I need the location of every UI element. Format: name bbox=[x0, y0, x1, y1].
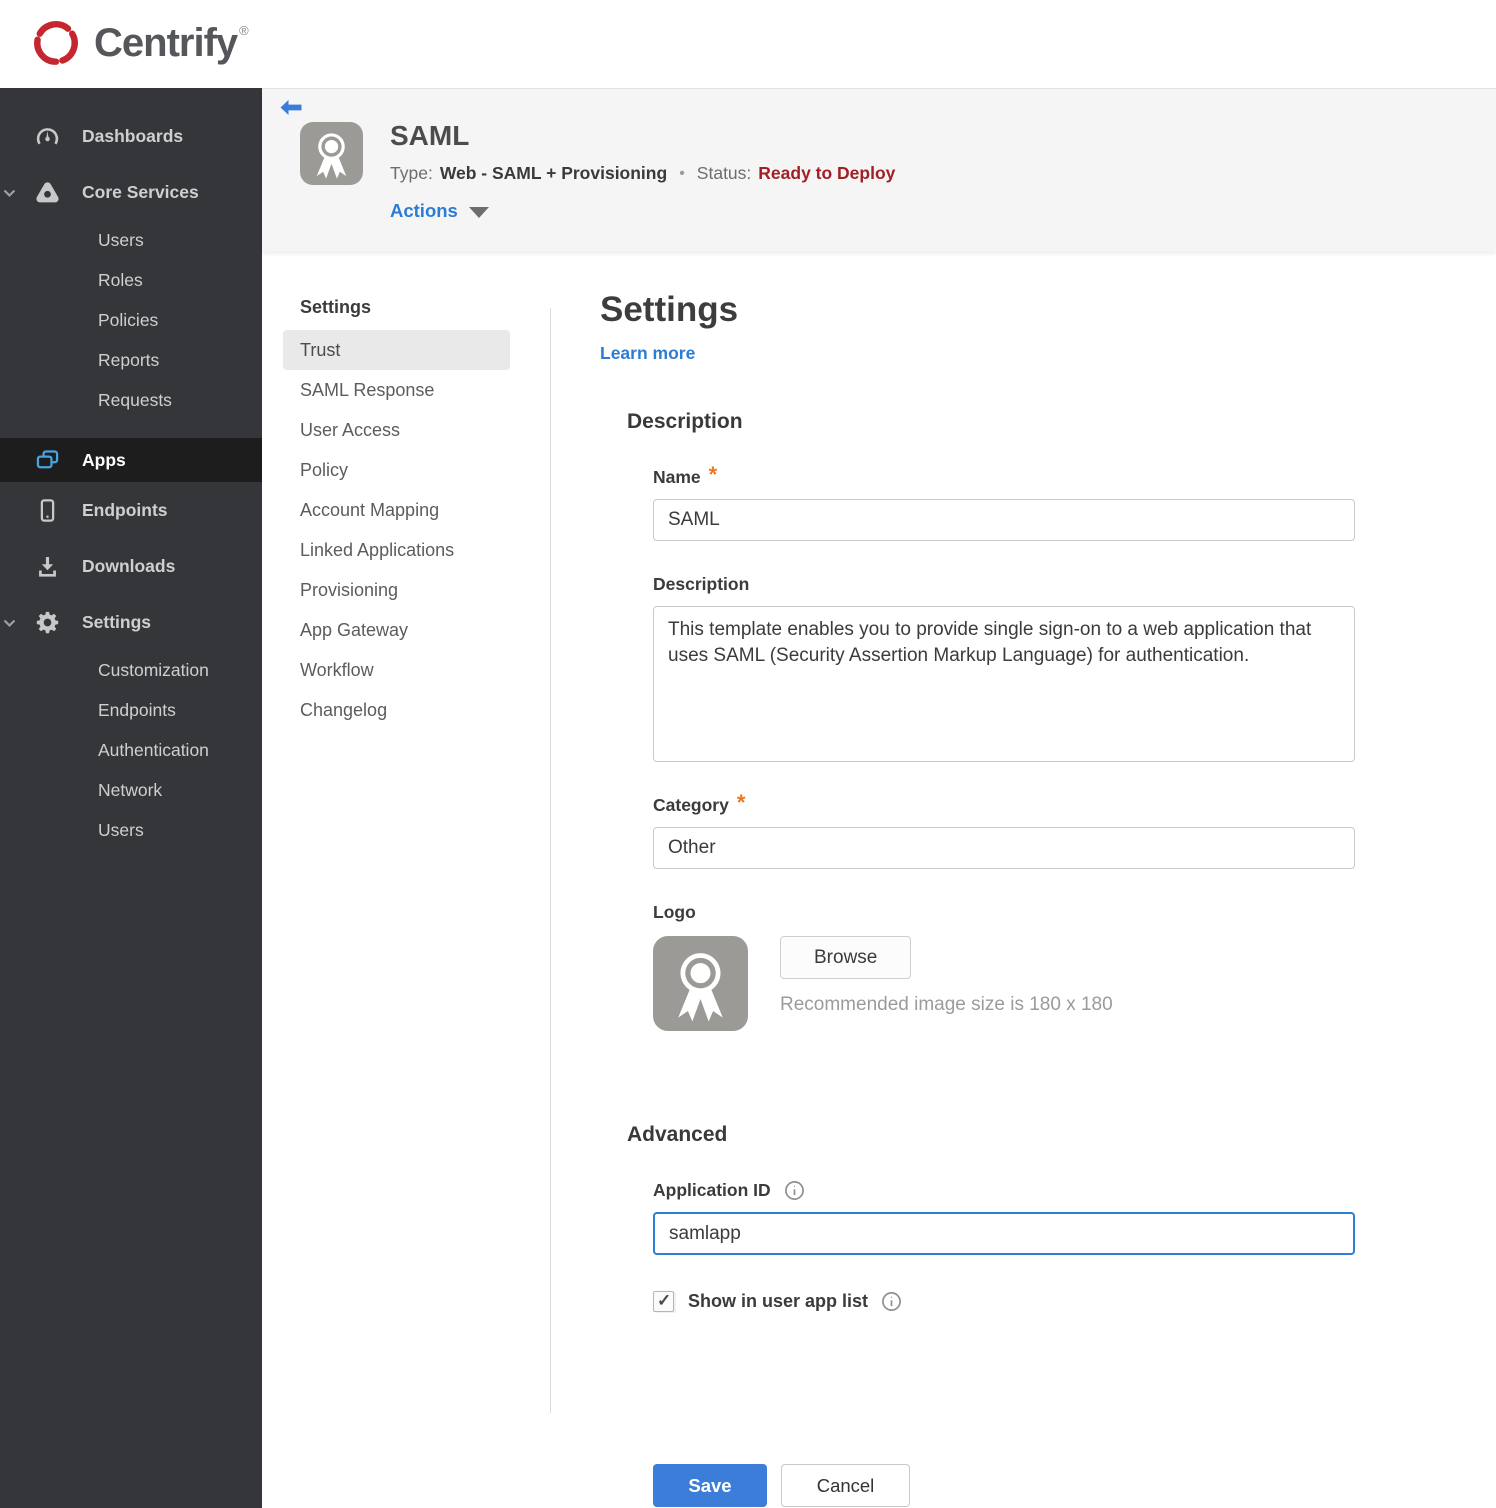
name-input[interactable] bbox=[653, 499, 1355, 541]
subnav-item-provisioning[interactable]: Provisioning bbox=[283, 570, 510, 610]
sidebar-item-label: Settings bbox=[82, 611, 152, 632]
description-textarea[interactable]: This template enables you to provide sin… bbox=[653, 606, 1355, 762]
sidebar-item-core-services[interactable]: Core Services bbox=[0, 164, 262, 220]
subnav-item-policy[interactable]: Policy bbox=[283, 450, 510, 490]
logo-size-hint: Recommended image size is 180 x 180 bbox=[780, 994, 1113, 1015]
sidebar-item-requests[interactable]: Requests bbox=[0, 380, 262, 420]
registered-mark: ® bbox=[239, 23, 249, 38]
sidebar-item-policies[interactable]: Policies bbox=[0, 300, 262, 340]
sidebar-item-label: Apps bbox=[82, 449, 126, 470]
category-field-label: Category * bbox=[653, 790, 746, 816]
type-value: Web - SAML + Provisioning bbox=[439, 163, 668, 183]
settings-subnav: Settings Trust SAML Response User Access… bbox=[283, 292, 510, 730]
status-value: Ready to Deploy bbox=[758, 163, 896, 183]
category-input[interactable] bbox=[653, 827, 1355, 869]
brand-name: Centrify bbox=[94, 21, 238, 65]
actions-dropdown[interactable]: Actions bbox=[390, 200, 489, 222]
subnav-item-account-mapping[interactable]: Account Mapping bbox=[283, 490, 510, 530]
chevron-down-icon bbox=[2, 185, 17, 200]
vertical-divider bbox=[550, 308, 551, 1413]
sidebar-item-reports[interactable]: Reports bbox=[0, 340, 262, 380]
cancel-button[interactable]: Cancel bbox=[781, 1464, 910, 1507]
download-icon bbox=[34, 553, 61, 580]
actions-label: Actions bbox=[390, 200, 458, 221]
show-in-user-app-list-checkbox[interactable] bbox=[653, 1291, 674, 1312]
status-label: Status: bbox=[696, 163, 752, 183]
top-bar: Centrify ® bbox=[0, 0, 1496, 88]
required-asterisk: * bbox=[736, 790, 746, 815]
sidebar-item-roles[interactable]: Roles bbox=[0, 260, 262, 300]
save-button[interactable]: Save bbox=[653, 1464, 767, 1507]
sidebar-item-customization[interactable]: Customization bbox=[0, 650, 262, 690]
subnav-item-trust[interactable]: Trust bbox=[283, 330, 510, 370]
sidebar-item-authentication[interactable]: Authentication bbox=[0, 730, 262, 770]
sidebar-divider-gap bbox=[0, 420, 262, 438]
logo-preview-ribbon-icon bbox=[653, 936, 748, 1031]
sidebar-item-settings[interactable]: Settings bbox=[0, 594, 262, 650]
app-header: SAML Type: Web - SAML + Provisioning • S… bbox=[262, 88, 1496, 251]
learn-more-link[interactable]: Learn more bbox=[600, 343, 695, 364]
core-services-icon bbox=[34, 179, 61, 206]
app-meta: Type: Web - SAML + Provisioning • Status… bbox=[390, 163, 895, 184]
advanced-section-heading: Advanced bbox=[627, 1123, 728, 1146]
subnav-item-workflow[interactable]: Workflow bbox=[283, 650, 510, 690]
sidebar-item-users[interactable]: Users bbox=[0, 220, 262, 260]
gauge-icon bbox=[34, 123, 61, 150]
subnav-item-changelog[interactable]: Changelog bbox=[283, 690, 510, 730]
sidebar-item-settings-users[interactable]: Users bbox=[0, 810, 262, 850]
back-arrow-icon[interactable] bbox=[278, 96, 304, 120]
sidebar-item-label: Endpoints bbox=[82, 499, 168, 520]
sidebar-item-label: Dashboards bbox=[82, 125, 184, 146]
gear-icon bbox=[34, 609, 61, 636]
apps-icon bbox=[34, 447, 61, 474]
sidebar-item-apps[interactable]: Apps bbox=[0, 438, 262, 482]
required-asterisk: * bbox=[708, 462, 718, 487]
description-section-heading: Description bbox=[627, 410, 743, 433]
sidebar-item-dashboards[interactable]: Dashboards bbox=[0, 108, 262, 164]
application-id-label: Application ID bbox=[653, 1180, 1360, 1201]
sidebar-item-downloads[interactable]: Downloads bbox=[0, 538, 262, 594]
chevron-down-icon bbox=[2, 615, 17, 630]
show-in-user-app-list-label: Show in user app list bbox=[688, 1291, 869, 1311]
sidebar-item-network[interactable]: Network bbox=[0, 770, 262, 810]
centrify-swirl-icon bbox=[34, 21, 78, 65]
mobile-device-icon bbox=[34, 497, 61, 524]
application-id-input[interactable] bbox=[653, 1212, 1355, 1255]
info-icon[interactable] bbox=[881, 1291, 902, 1312]
app-title: SAML bbox=[390, 120, 470, 151]
app-logo-ribbon-icon bbox=[300, 122, 363, 185]
subnav-heading: Settings bbox=[300, 297, 372, 317]
description-field-label: Description bbox=[653, 574, 750, 594]
caret-down-icon bbox=[468, 206, 489, 218]
subnav-item-linked-applications[interactable]: Linked Applications bbox=[283, 530, 510, 570]
info-icon[interactable] bbox=[784, 1180, 805, 1201]
sidebar: Dashboards Core Services Users Roles Pol… bbox=[0, 88, 262, 1508]
name-field-label: Name * bbox=[653, 462, 718, 488]
sidebar-item-label: Downloads bbox=[82, 555, 176, 576]
subnav-item-saml-response[interactable]: SAML Response bbox=[283, 370, 510, 410]
centrify-logo[interactable]: Centrify ® bbox=[28, 15, 249, 71]
subnav-item-user-access[interactable]: User Access bbox=[283, 410, 510, 450]
sidebar-item-label: Core Services bbox=[82, 181, 199, 202]
sidebar-item-settings-endpoints[interactable]: Endpoints bbox=[0, 690, 262, 730]
browse-button[interactable]: Browse bbox=[780, 936, 912, 979]
type-label: Type: bbox=[390, 163, 433, 183]
logo-field-label: Logo bbox=[653, 902, 696, 922]
sidebar-item-endpoints[interactable]: Endpoints bbox=[0, 482, 262, 538]
settings-panel: Settings Learn more Description Name * D… bbox=[600, 290, 1360, 1507]
subnav-item-app-gateway[interactable]: App Gateway bbox=[283, 610, 510, 650]
page-title: Settings bbox=[600, 290, 739, 329]
meta-separator: • bbox=[679, 164, 685, 182]
